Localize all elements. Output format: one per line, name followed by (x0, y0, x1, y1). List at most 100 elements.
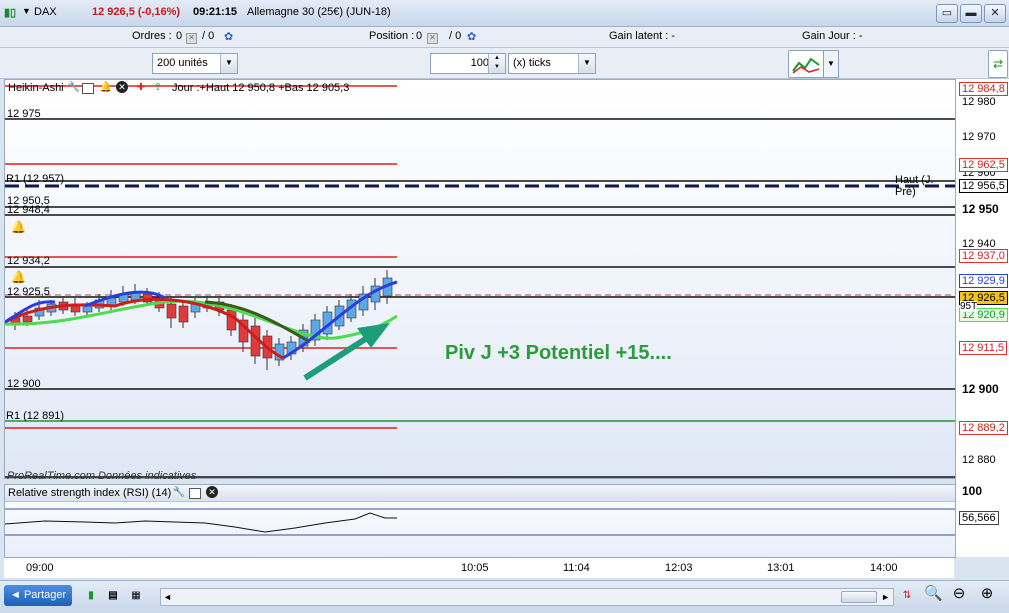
chevron-down-icon[interactable]: ▼ (578, 54, 595, 73)
position-value: 0 (416, 30, 423, 42)
restore-icon[interactable]: ▭ (936, 4, 958, 23)
bell-icon[interactable]: 🔔 (11, 220, 26, 234)
orders-gear-icon[interactable]: ✿ (224, 30, 233, 43)
position-label: Position : (369, 30, 415, 42)
level-label: R1 (12 957) (6, 173, 65, 185)
price-box: 12 984,8 (959, 82, 1008, 96)
time-tick: 11:04 (563, 562, 590, 574)
candle-body (226, 309, 237, 331)
ticks-unit-select[interactable]: (x) ticks ▼ (508, 53, 596, 74)
units-value: 200 unités (157, 57, 208, 69)
rsi-canvas (5, 508, 955, 536)
draw-tool-icon[interactable]: ▦ (129, 589, 143, 603)
price-chart-canvas[interactable] (5, 80, 955, 478)
spinner-icon[interactable]: ▲ ▼ (488, 54, 505, 73)
price-chart[interactable]: Heikin-Ashi 🔧 🔔 ✕ ✚ ⇧ Jour :+Haut 12 950… (4, 79, 956, 482)
side-panel-icon[interactable]: ⇄ (988, 50, 1008, 78)
window-icon[interactable] (82, 83, 94, 94)
price-tick: 12 950 (962, 202, 999, 216)
bell-icon[interactable]: 🔔 (11, 270, 26, 284)
time-tick: 10:05 (461, 562, 489, 574)
orders-cancel-icon[interactable]: ✕ (186, 31, 197, 44)
price-box: 12 911,5 (959, 341, 1008, 355)
time-tick: 13:01 (767, 562, 795, 574)
time-axis[interactable]: 09:00 10:05 11:04 12:03 13:01 14:00 (4, 557, 954, 578)
orders-total: / 0 (202, 30, 215, 42)
wrench-icon[interactable]: 🔧 (67, 81, 81, 95)
gain-jour: Gain Jour : - (802, 30, 863, 42)
time-tick: 09:00 (26, 562, 54, 574)
annotation-text: Piv J +3 Potentiel +15.... (445, 342, 672, 364)
share-button[interactable]: ◄ Partager (4, 585, 72, 606)
zoom-out-icon[interactable]: ⊖ (952, 586, 966, 601)
indicator-title[interactable]: Heikin-Ashi (8, 82, 64, 94)
candle-body (178, 305, 189, 323)
share-label: Partager (23, 589, 67, 601)
chevron-down-icon[interactable]: ▼ (823, 50, 839, 78)
price-tick: 12 980 (962, 96, 996, 108)
orders-value: 0 (176, 30, 183, 42)
candlestick-icon[interactable]: ▮ (84, 589, 98, 603)
horizontal-scrollbar[interactable]: ◄ ► (160, 588, 894, 606)
bottom-toolbar: ◄ Partager ▮ ▤ ▦ ◄ ► ⇅ 🔍 ⊖ ⊕ (0, 580, 1009, 613)
share-icon: ◄ (10, 589, 21, 601)
account-info-row: Ordres : 0 ✕ / 0 ✿ Position : 0 ✕ / 0 ✿ … (0, 27, 1009, 48)
level-label: 12 934,2 (7, 255, 50, 267)
watermark: ProRealTime.com Données indicatives (7, 470, 197, 482)
auto-scroll-icon[interactable]: ⇅ (900, 589, 914, 603)
rsi-panel[interactable]: Relative strength index (RSI) (14) 🔧 ✕ (4, 484, 956, 558)
price-box: 12 937,0 (959, 249, 1008, 263)
gain-latent: Gain latent : - (609, 30, 676, 42)
price-box: 12 956,5 (959, 179, 1008, 193)
rsi-line (5, 512, 397, 533)
scroll-right-icon[interactable]: ► (881, 589, 890, 605)
buy-icon[interactable]: ⇧ (151, 81, 165, 95)
units-select[interactable]: 200 unités ▼ (152, 53, 238, 74)
level-label: R1 (12 891) (6, 410, 65, 422)
position-total: / 0 (449, 30, 462, 42)
ticks-input[interactable]: 100 ▲ ▼ (430, 53, 506, 74)
chart-type-icon[interactable]: ▮▯ (4, 6, 16, 19)
scrollbar-thumb[interactable] (841, 591, 877, 603)
level-label: 12 925,5 (7, 286, 50, 298)
price-box: 12 889,2 (959, 421, 1008, 435)
price-tick: 12 880 (962, 454, 996, 466)
chevron-down-icon[interactable]: ▼ (220, 54, 237, 73)
bell-icon[interactable]: 🔔 (99, 81, 113, 95)
time-tick: 14:00 (870, 562, 898, 574)
candle-body (22, 315, 33, 323)
scroll-left-icon[interactable]: ◄ (163, 589, 172, 605)
bars-icon[interactable]: ▤ (106, 589, 120, 603)
order-tool-button[interactable] (788, 50, 824, 78)
price-axis[interactable]: 12 980 12 970 12 960 12 950 12 940 12 90… (955, 79, 1009, 557)
orders-label: Ordres : (132, 30, 172, 42)
symbol-label[interactable]: DAX (34, 6, 57, 18)
price-change: 12 926,5 (-0,16%) (92, 6, 181, 18)
close-icon[interactable]: ✕ (116, 81, 128, 93)
indicator-toolbar: Heikin-Ashi 🔧 🔔 ✕ ✚ ⇧ Jour :+Haut 12 950… (5, 80, 405, 96)
instrument-name: Allemagne 30 (25€) (JUN-18) (247, 6, 391, 18)
price-box: 12 929,9 (959, 274, 1008, 288)
candle-body (82, 305, 93, 313)
position-close-icon[interactable]: ✕ (427, 31, 438, 44)
zoom-in-icon[interactable]: ⊕ (980, 586, 994, 601)
price-tick: 12 900 (962, 382, 999, 396)
level-label: 12 948,4 (7, 204, 50, 216)
position-gear-icon[interactable]: ✿ (467, 30, 476, 43)
zoom-fit-icon[interactable]: 🔍 (924, 586, 943, 601)
ticks-unit: (x) ticks (513, 57, 551, 69)
chevron-down-icon[interactable]: ▼ (22, 6, 31, 16)
title-bar: ▮▯ ▼ DAX 12 926,5 (-0,16%) 09:21:15 Alle… (0, 0, 1009, 27)
clock-time: 09:21:15 (193, 6, 238, 18)
sell-icon[interactable]: ✚ (134, 81, 148, 95)
day-high-low: Jour :+Haut 12 950,8 +Bas 12 905,3 (172, 82, 350, 94)
level-label: 12 900 (7, 378, 41, 390)
volume-label: 95T (960, 301, 978, 312)
order-tool-icon (792, 57, 820, 74)
rsi-value-box: 56,566 (959, 511, 999, 525)
level-label: 12 975 (7, 108, 41, 120)
close-icon[interactable]: ✕ (984, 4, 1006, 23)
time-tick: 12:03 (665, 562, 693, 574)
rsi-axis-top: 100 (962, 484, 983, 498)
minimize-icon[interactable]: ▬ (960, 4, 982, 23)
